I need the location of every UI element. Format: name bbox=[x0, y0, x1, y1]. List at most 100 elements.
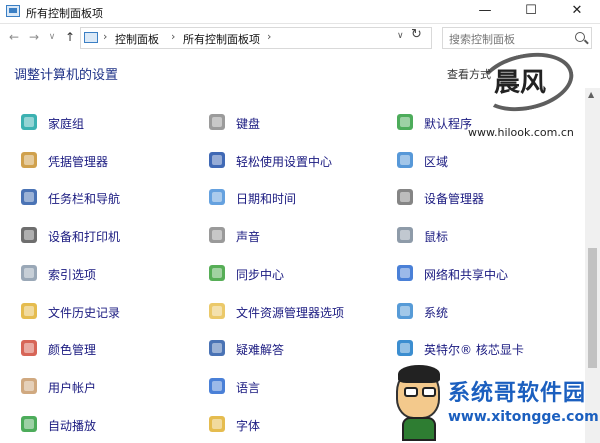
control-panel-item[interactable]: 疑难解答 bbox=[206, 337, 386, 363]
system-icon bbox=[394, 300, 416, 322]
taskbar-icon bbox=[18, 186, 40, 208]
address-bar[interactable]: › 控制面板 › 所有控制面板项 › ∨ bbox=[80, 27, 432, 49]
control-panel-item[interactable]: 同步中心 bbox=[206, 262, 386, 288]
file-history-icon bbox=[18, 300, 40, 322]
refresh-button[interactable]: ↻ bbox=[411, 27, 422, 42]
keyboard-icon bbox=[206, 111, 228, 133]
sound-icon bbox=[206, 224, 228, 246]
language-icon bbox=[206, 375, 228, 397]
control-panel-item-label: 语言 bbox=[236, 381, 261, 395]
mascot-glasses-left bbox=[404, 387, 418, 397]
mouse-icon bbox=[394, 224, 416, 246]
device-manager-icon bbox=[394, 186, 416, 208]
watermark-url: www.hilook.com.cn bbox=[468, 126, 574, 139]
back-button[interactable]: ← bbox=[6, 28, 22, 46]
control-panel-icon bbox=[84, 32, 98, 43]
region-icon bbox=[394, 149, 416, 171]
control-panel-item[interactable]: 自动播放 bbox=[18, 413, 198, 439]
control-panel-item[interactable]: 英特尔® 核芯显卡 bbox=[394, 337, 574, 363]
control-panel-item[interactable]: 日期和时间 bbox=[206, 186, 386, 212]
control-panel-item[interactable]: 文件资源管理器选项 bbox=[206, 300, 386, 326]
up-button[interactable]: ↑ bbox=[62, 28, 78, 46]
control-panel-icon bbox=[6, 5, 20, 17]
control-panel-item-label: 文件历史记录 bbox=[48, 306, 121, 320]
control-panel-item-label: 鼠标 bbox=[424, 230, 449, 244]
network-icon bbox=[394, 262, 416, 284]
control-panel-item-label: 网络和共享中心 bbox=[424, 268, 509, 282]
control-panel-item[interactable]: 键盘 bbox=[206, 111, 386, 137]
indexing-icon bbox=[18, 262, 40, 284]
control-panel-item-label: 家庭组 bbox=[48, 117, 85, 131]
printer-icon bbox=[18, 224, 40, 246]
user-accounts-icon bbox=[18, 375, 40, 397]
control-panel-item[interactable]: 网络和共享中心 bbox=[394, 262, 574, 288]
control-panel-item-label: 日期和时间 bbox=[236, 192, 297, 206]
control-panel-item-label: 默认程序 bbox=[424, 117, 473, 131]
search-icon[interactable] bbox=[575, 32, 585, 42]
control-panel-item[interactable]: 用户帐户 bbox=[18, 375, 198, 401]
watermark-url: www.xitongge.com bbox=[448, 409, 599, 425]
breadcrumb-all-items[interactable]: 所有控制面板项 bbox=[183, 31, 260, 47]
control-panel-item[interactable]: 区域 bbox=[394, 149, 574, 175]
control-panel-item[interactable]: 设备和打印机 bbox=[18, 224, 198, 250]
control-panel-item-label: 同步中心 bbox=[236, 268, 285, 282]
window-title: 所有控制面板项 bbox=[26, 7, 103, 20]
close-button[interactable]: ✕ bbox=[554, 0, 600, 24]
breadcrumb-control-panel[interactable]: 控制面板 bbox=[115, 31, 159, 47]
control-panel-item[interactable]: 颜色管理 bbox=[18, 337, 198, 363]
control-panel-item-label: 设备和打印机 bbox=[48, 230, 121, 244]
ease-of-access-icon bbox=[206, 149, 228, 171]
control-panel-item[interactable]: 设备管理器 bbox=[394, 186, 574, 212]
default-programs-icon bbox=[394, 111, 416, 133]
control-panel-item[interactable]: 凭据管理器 bbox=[18, 149, 198, 175]
control-panel-item[interactable]: 轻松使用设置中心 bbox=[206, 149, 386, 175]
intel-graphics-icon bbox=[394, 337, 416, 359]
control-panel-item-label: 键盘 bbox=[236, 117, 261, 131]
control-panel-item[interactable]: 文件历史记录 bbox=[18, 300, 198, 326]
control-panel-item-label: 索引选项 bbox=[48, 268, 97, 282]
control-panel-item[interactable]: 字体 bbox=[206, 413, 386, 439]
credential-manager-icon bbox=[18, 149, 40, 171]
search-input[interactable]: 搜索控制面板 bbox=[449, 31, 515, 47]
mascot-body bbox=[402, 417, 436, 441]
recent-locations-button[interactable]: ∨ bbox=[44, 28, 60, 46]
control-panel-item[interactable]: 索引选项 bbox=[18, 262, 198, 288]
address-dropdown-button[interactable]: ∨ bbox=[397, 31, 404, 41]
breadcrumb-separator: › bbox=[171, 30, 176, 43]
control-panel-item-label: 英特尔® 核芯显卡 bbox=[424, 343, 524, 357]
troubleshooting-icon bbox=[206, 337, 228, 359]
scrollbar-thumb[interactable] bbox=[588, 248, 597, 368]
control-panel-item-label: 声音 bbox=[236, 230, 261, 244]
control-panel-item-label: 系统 bbox=[424, 306, 449, 320]
watermark-glyph: 晨风 bbox=[494, 68, 547, 98]
control-panel-item-label: 设备管理器 bbox=[424, 192, 485, 206]
control-panel-item[interactable]: 声音 bbox=[206, 224, 386, 250]
control-panel-item-label: 字体 bbox=[236, 419, 261, 433]
mascot-glasses-right bbox=[422, 387, 436, 397]
control-panel-item-label: 文件资源管理器选项 bbox=[236, 306, 345, 320]
control-panel-item-label: 疑难解答 bbox=[236, 343, 285, 357]
control-panel-item[interactable]: 系统 bbox=[394, 300, 574, 326]
title-bar: 所有控制面板项 — ☐ ✕ bbox=[0, 0, 600, 24]
scroll-up-button[interactable]: ▲ bbox=[588, 90, 594, 99]
control-panel-item[interactable]: 语言 bbox=[206, 375, 386, 401]
maximize-button[interactable]: ☐ bbox=[508, 0, 554, 24]
watermark-xitongge: 系统哥软件园 www.xitongge.com bbox=[394, 365, 600, 443]
control-panel-item-label: 用户帐户 bbox=[48, 381, 97, 395]
control-panel-item-label: 自动播放 bbox=[48, 419, 97, 433]
forward-button[interactable]: → bbox=[26, 28, 42, 46]
control-panel-item-label: 任务栏和导航 bbox=[48, 192, 121, 206]
fonts-icon bbox=[206, 413, 228, 435]
search-box[interactable]: 搜索控制面板 bbox=[442, 27, 592, 49]
mascot-hair bbox=[398, 365, 440, 383]
breadcrumb-separator: › bbox=[103, 30, 108, 43]
watermark-name: 系统哥软件园 bbox=[448, 381, 587, 406]
breadcrumb-separator: › bbox=[267, 30, 272, 43]
control-panel-item-label: 轻松使用设置中心 bbox=[236, 155, 333, 169]
control-panel-item-label: 凭据管理器 bbox=[48, 155, 109, 169]
page-title: 调整计算机的设置 bbox=[14, 68, 119, 83]
control-panel-item[interactable]: 任务栏和导航 bbox=[18, 186, 198, 212]
control-panel-item[interactable]: 家庭组 bbox=[18, 111, 198, 137]
control-panel-item[interactable]: 鼠标 bbox=[394, 224, 574, 250]
minimize-button[interactable]: — bbox=[462, 0, 508, 24]
